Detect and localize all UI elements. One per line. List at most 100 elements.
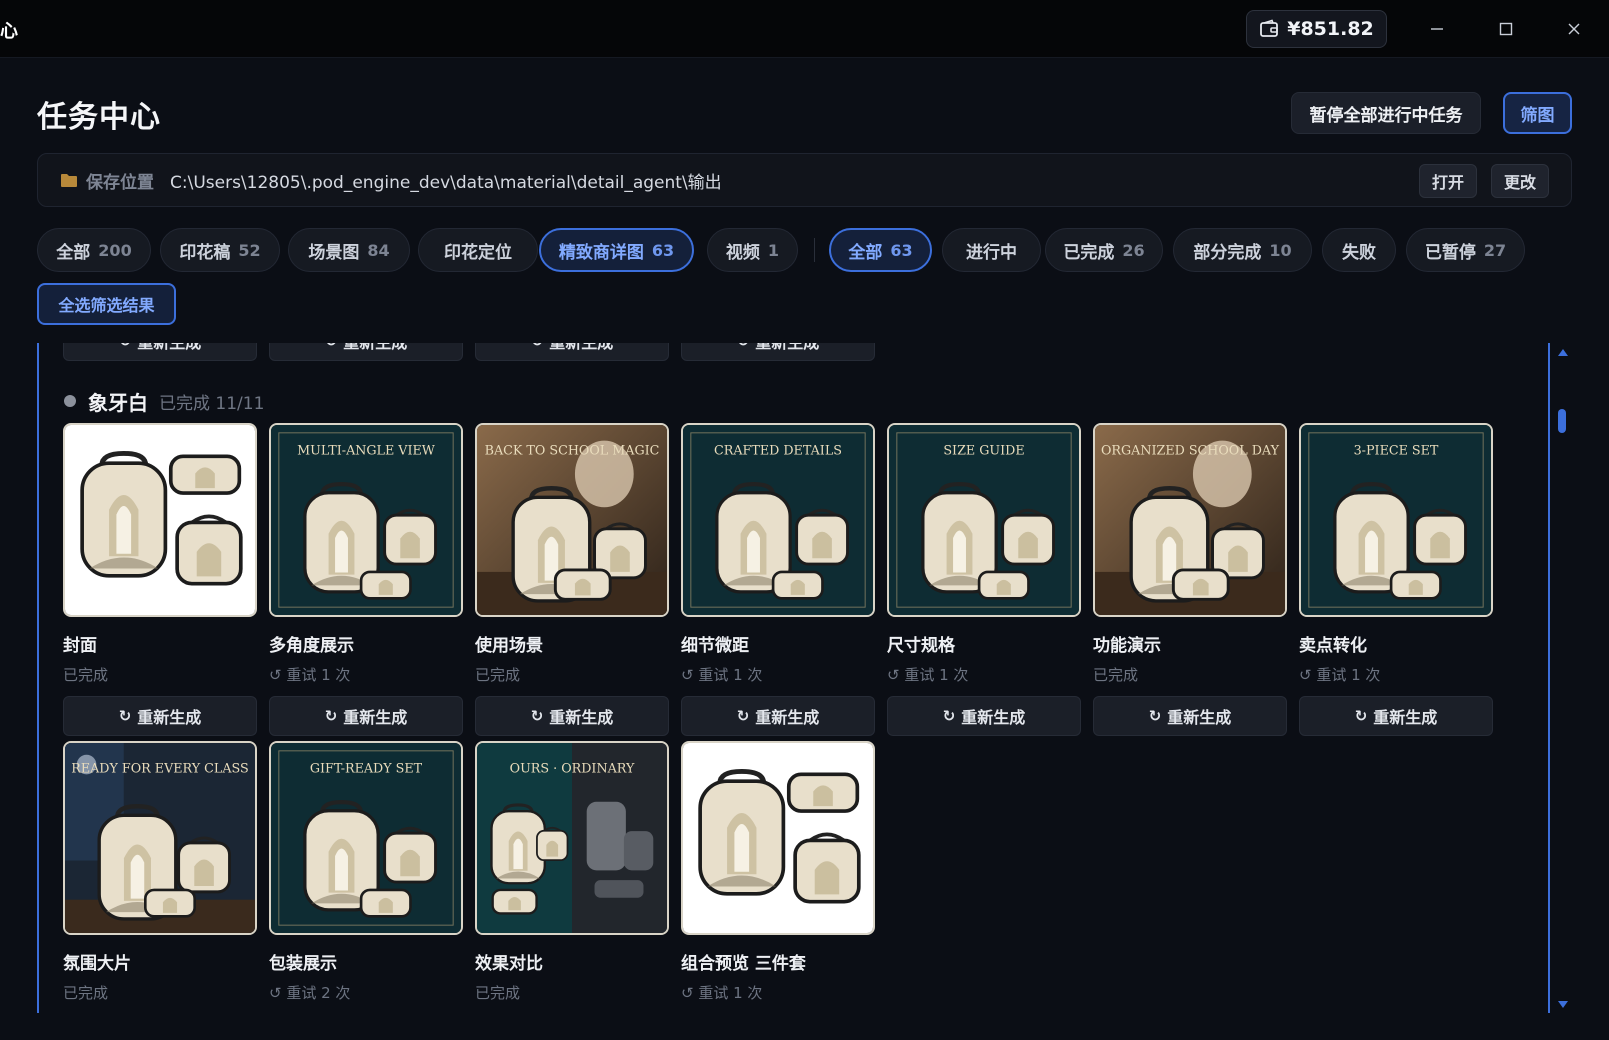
task-results-panel: ↻重新生成 ↻重新生成 ↻重新生成 ↻重新生成 象牙白 已完成 11/11 封面…	[37, 343, 1550, 1013]
group-progress: 已完成 11/11	[159, 394, 265, 414]
image-card: BACK TO SCHOOL MAGIC 使用场景已完成 ↻ 重新生成	[475, 423, 669, 736]
image-thumbnail[interactable]: SIZE GUIDE	[887, 423, 1081, 617]
image-thumbnail[interactable]: BACK TO SCHOOL MAGIC	[475, 423, 669, 617]
refresh-icon: ↻	[1148, 707, 1162, 725]
card-status-text: 重试 1 次	[698, 984, 763, 1002]
image-thumbnail[interactable]: 3-PIECE SET	[1299, 423, 1493, 617]
save-path-bar: 保存位置 C:\Users\12805\.pod_engine_dev\data…	[37, 153, 1572, 207]
close-icon	[1568, 23, 1580, 35]
chip-count: 200	[98, 240, 132, 260]
card-title: 使用场景	[475, 636, 543, 656]
regenerate-button[interactable]: ↻重新生成	[681, 343, 875, 361]
chip-label: 已暂停	[1424, 242, 1476, 263]
chip-label: 全部	[56, 242, 91, 263]
image-thumbnail[interactable]	[63, 423, 257, 617]
chip-label: 已完成	[1063, 242, 1115, 263]
card-status: ↺ 重试 1 次	[1299, 664, 1493, 684]
filter-chip[interactable]: 全部 200	[37, 228, 151, 272]
card-title: 封面	[63, 636, 97, 656]
filter-chip[interactable]: 部分完成 10	[1173, 228, 1312, 272]
filter-chip[interactable]: 全部 63	[829, 228, 932, 272]
image-card: READY FOR EVERY CLASS 氛围大片 已完成	[63, 741, 257, 1002]
open-folder-button[interactable]: 打开	[1419, 164, 1477, 198]
retry-icon: ↺	[887, 666, 905, 684]
close-button[interactable]	[1559, 14, 1589, 44]
regenerate-button[interactable]: ↻重新生成	[269, 343, 463, 361]
filter-chip[interactable]: 印花稿 52	[160, 228, 280, 272]
chip-count: 63	[651, 240, 675, 260]
refresh-icon: ↻	[736, 707, 750, 725]
group-name: 象牙白	[88, 391, 148, 415]
refresh-icon: ↻	[118, 707, 132, 725]
filter-chip[interactable]: 视频 1	[707, 228, 798, 272]
regenerate-button[interactable]: ↻重新生成	[887, 696, 1081, 736]
scroll-up-arrow[interactable]	[1558, 349, 1568, 356]
product-image: OURS · ORDINARY	[477, 743, 667, 933]
chip-divider	[814, 238, 815, 262]
svg-text:3-PIECE SET: 3-PIECE SET	[1354, 443, 1439, 458]
card-status: 已完成	[475, 982, 669, 1002]
regenerate-button[interactable]: ↻重新生成	[63, 696, 257, 736]
image-thumbnail[interactable]	[681, 741, 875, 935]
image-card: 3-PIECE SET 卖点转化 ↺ 重试 1 次 ↻ 重新生成	[1299, 423, 1493, 736]
pause-all-button[interactable]: 暂停全部进行中任务	[1291, 92, 1481, 134]
maximize-button[interactable]	[1491, 14, 1521, 44]
image-card: 封面已完成 ↻ 重新生成	[63, 423, 257, 736]
card-status: ↺ 重试 1 次	[269, 664, 463, 684]
product-image: CRAFTED DETAILS	[683, 425, 873, 615]
card-title: 组合预览 三件套	[681, 954, 806, 974]
svg-text:OURS · ORDINARY: OURS · ORDINARY	[510, 761, 635, 776]
image-card: 组合预览 三件套 ↺ 重试 1 次	[681, 741, 875, 1002]
product-image: READY FOR EVERY CLASS	[65, 743, 255, 933]
product-image: SIZE GUIDE	[889, 425, 1079, 615]
filter-chip[interactable]: 进行中	[942, 228, 1041, 272]
scroll-thumb[interactable]	[1558, 409, 1566, 433]
svg-text:READY FOR EVERY CLASS: READY FOR EVERY CLASS	[71, 761, 248, 776]
regenerate-button[interactable]: ↻重新生成	[1299, 696, 1493, 736]
filter-chip[interactable]: 已完成 26	[1045, 228, 1163, 272]
chip-label: 印花稿	[179, 242, 231, 263]
scroll-down-arrow[interactable]	[1558, 1001, 1568, 1008]
card-status-text: 重试 1 次	[286, 666, 351, 684]
regenerate-button[interactable]: ↻重新生成	[63, 343, 257, 361]
filter-chip[interactable]: 失败	[1322, 228, 1396, 272]
chip-label: 精致商详图	[558, 242, 644, 263]
regenerate-button[interactable]: ↻重新生成	[1093, 696, 1287, 736]
card-status: 已完成	[63, 982, 257, 1002]
save-path-label: 保存位置	[86, 172, 154, 193]
filter-chip[interactable]: 已暂停 27	[1406, 228, 1525, 272]
regenerate-button[interactable]: ↻重新生成	[681, 696, 875, 736]
minimize-button[interactable]	[1422, 14, 1452, 44]
regenerate-button[interactable]: ↻重新生成	[475, 696, 669, 736]
filter-images-button[interactable]: 筛图	[1503, 92, 1572, 134]
balance-value: ¥851.82	[1287, 18, 1374, 40]
card-title: 包装展示	[269, 954, 337, 974]
filter-chip[interactable]: 场景图 84	[288, 228, 410, 272]
image-thumbnail[interactable]: READY FOR EVERY CLASS	[63, 741, 257, 935]
card-status-text: 已完成	[475, 666, 521, 684]
balance-button[interactable]: ¥851.82	[1246, 10, 1387, 48]
image-thumbnail[interactable]: CRAFTED DETAILS	[681, 423, 875, 617]
change-folder-button[interactable]: 更改	[1491, 164, 1549, 198]
group-status-dot	[64, 395, 76, 407]
card-status: 已完成	[63, 664, 257, 684]
image-thumbnail[interactable]: MULTI-ANGLE VIEW	[269, 423, 463, 617]
product-image: 3-PIECE SET	[1301, 425, 1491, 615]
image-thumbnail[interactable]: GIFT-READY SET	[269, 741, 463, 935]
image-card: MULTI-ANGLE VIEW 多角度展示 ↺ 重试 1 次 ↻ 重新生成	[269, 423, 463, 736]
product-image	[683, 743, 873, 933]
regenerate-button[interactable]: ↻重新生成	[475, 343, 669, 361]
card-status-text: 重试 1 次	[698, 666, 763, 684]
regenerate-button[interactable]: ↻重新生成	[269, 696, 463, 736]
image-thumbnail[interactable]: ORGANIZED SCHOOL DAY	[1093, 423, 1287, 617]
select-all-results-button[interactable]: 全选筛选结果	[37, 283, 176, 325]
card-status-text: 重试 1 次	[1316, 666, 1381, 684]
content-scrollbar[interactable]	[1555, 343, 1569, 1013]
card-status: 已完成	[475, 664, 669, 684]
filter-chip[interactable]: 印花定位	[418, 228, 538, 272]
image-thumbnail[interactable]: OURS · ORDINARY	[475, 741, 669, 935]
filter-chip[interactable]: 精致商详图 63	[539, 228, 694, 272]
chip-label: 场景图	[308, 242, 360, 263]
refresh-icon: ↻	[942, 707, 956, 725]
chip-label: 部分完成	[1193, 242, 1262, 263]
